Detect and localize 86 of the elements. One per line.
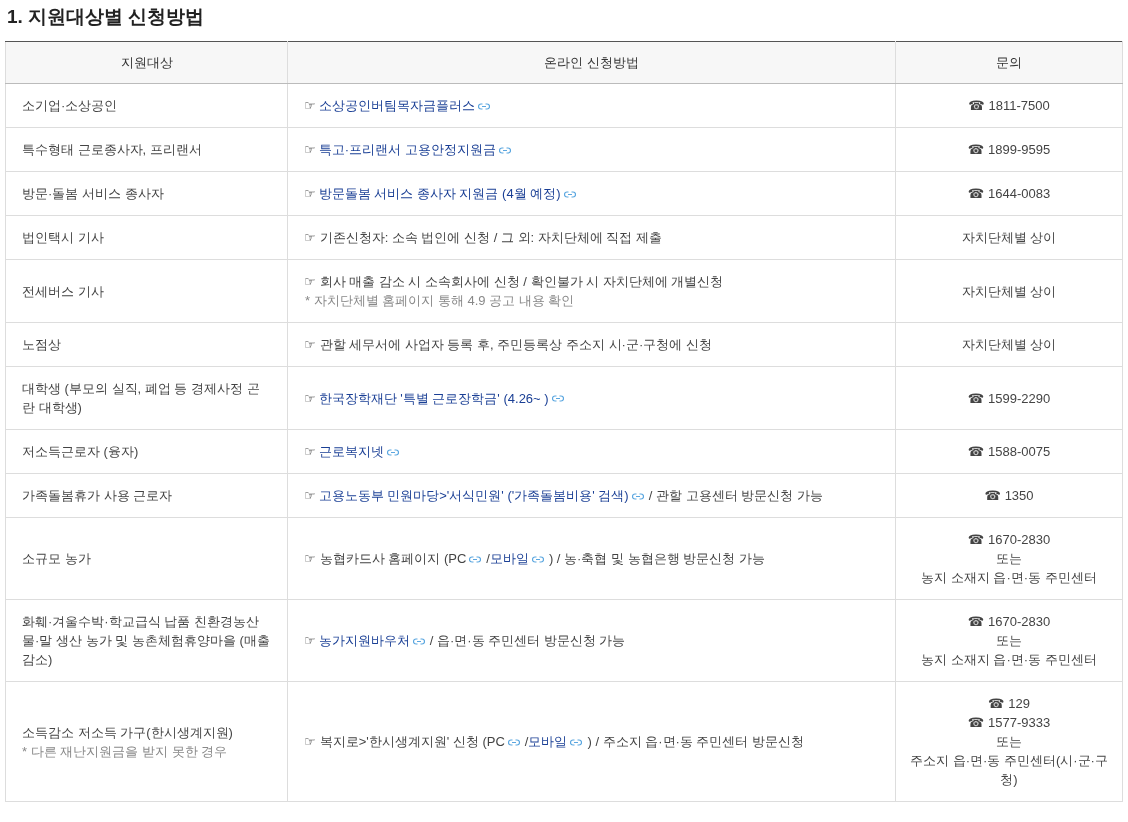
table-cell-text: 전세버스 기사 xyxy=(22,282,105,301)
phone-number: 1350 xyxy=(1004,488,1034,503)
link-icon[interactable] xyxy=(570,738,583,746)
table-cell-text: 소기업·소상공인 xyxy=(22,97,119,115)
method-text: ☞ 관할 세무서에 사업자 등록 후, 주민등록상 주소지 시·군·구청에 신청 xyxy=(304,336,713,354)
table-cell-text: 가족돌봄휴가 사용 근로자 xyxy=(22,487,174,505)
link[interactable]: 모바일 xyxy=(489,551,529,566)
method-text: ☞ 회사 매출 감소 시 소속회사에 신청 / 확인불가 시 자치단체에 개별신청 xyxy=(304,273,725,291)
table-cell-text: 화훼·겨울수박·학교급식 납품 친환경농산물·말 생산 농가 및 농촌체험휴양마을 (매출감소) xyxy=(22,613,271,669)
method-text: ☞ 농가지원바우처 / 읍·면·동 주민센터 방문신청 가능 xyxy=(304,632,627,650)
phone-icon: ☎ xyxy=(967,142,984,157)
method-text: ☞ 복지로>'한시생계지원' 신청 (PC /모바일 ) / 주소지 읍·면·동 주민센터 방문신청 xyxy=(304,733,806,751)
table-cell-text: 저소득근로자 (융자) xyxy=(22,443,140,461)
hand-pointer-icon: ☞ xyxy=(304,444,316,459)
phone-number: 1588-0075 xyxy=(988,444,1051,459)
phone-icon: ☎ xyxy=(967,614,984,629)
link-icon[interactable] xyxy=(531,555,544,563)
link-icon[interactable] xyxy=(498,146,511,154)
hand-pointer-icon: ☞ xyxy=(304,488,316,503)
phone-icon: ☎ xyxy=(988,696,1005,711)
column-header: 문의 xyxy=(895,41,1123,84)
hand-pointer-icon: ☞ xyxy=(304,142,316,157)
method-text: ☞ 농협카드사 홈페이지 (PC /모바일 ) / 농·축협 및 농협은행 방문신청 가능 xyxy=(304,550,766,568)
table-cell-text: 노점상 xyxy=(22,336,62,354)
table-cell-text: 대학생 (부모의 실직, 폐업 등 경제사정 곤란 대학생) xyxy=(22,380,261,417)
phone-number: 1811-7500 xyxy=(988,98,1050,113)
hand-pointer-icon: ☞ xyxy=(304,186,316,201)
table-cell-text: 자치단체별 상이 xyxy=(960,229,1058,247)
link-icon[interactable] xyxy=(477,102,490,110)
hand-pointer-icon: ☞ xyxy=(304,390,316,406)
link[interactable]: 근로복지넷 xyxy=(318,444,384,459)
table-cell-text: 주소지 읍·면·동 주민센터(시·군·구청) xyxy=(909,752,1109,789)
link-icon[interactable] xyxy=(551,395,564,403)
link[interactable]: 농가지원바우처 xyxy=(318,633,410,648)
method-text: * 자치단체별 홈페이지 통해 4.9 공고 내용 확인 xyxy=(304,292,576,310)
hand-pointer-icon: ☞ xyxy=(304,274,316,289)
hand-pointer-icon: ☞ xyxy=(304,230,316,245)
hand-pointer-icon: ☞ xyxy=(304,633,316,648)
note-text: * 다른 재난지원금을 받지 못한 경우 xyxy=(22,742,229,761)
table-cell-text: 또는 xyxy=(995,733,1023,751)
link[interactable]: 방문돌봄 서비스 종사자 지원금 (4월 예정) xyxy=(318,186,561,201)
phone-icon: ☎ xyxy=(967,186,984,201)
hand-pointer-icon: ☞ xyxy=(304,734,316,749)
phone-icon: ☎ xyxy=(967,444,984,459)
phone-number: 1670-2830 xyxy=(988,614,1051,629)
table-cell-text: 자치단체별 상이 xyxy=(960,282,1058,301)
method-text: ☞ 고용노동부 민원마당>'서식민원' ('가족돌봄비용' 검색) / 관할 고용센터 방문신청 가능 xyxy=(304,487,824,505)
link-icon[interactable] xyxy=(386,448,399,456)
phone-icon: ☎ xyxy=(967,715,984,730)
method-text: ☞ 기존신청자: 소속 법인에 신청 / 그 외: 자치단체에 직접 제출 xyxy=(304,229,663,247)
table-cell-text: 소규모 농가 xyxy=(22,550,92,568)
phone-number: 129 xyxy=(1008,696,1030,711)
hand-pointer-icon: ☞ xyxy=(304,98,316,113)
table-cell-text: 또는 xyxy=(995,550,1023,568)
link-icon[interactable] xyxy=(631,492,644,500)
column-header: 지원대상 xyxy=(5,41,288,84)
phone-icon: ☎ xyxy=(984,488,1001,503)
phone-number: 1644-0083 xyxy=(988,186,1051,201)
table-cell-text: 또는 xyxy=(995,632,1023,650)
link[interactable]: 특고·프리랜서 고용안정지원금 xyxy=(318,142,496,157)
table-cell-text: 법인택시 기사 xyxy=(22,229,105,247)
hand-pointer-icon: ☞ xyxy=(304,337,316,352)
phone-number: 1899-9595 xyxy=(988,142,1051,157)
section-title: 1. 지원대상별 신청방법 xyxy=(7,6,206,28)
phone-icon: ☎ xyxy=(968,98,985,113)
link-icon[interactable] xyxy=(563,190,576,198)
table-cell-text: 농지 소재지 읍·면·동 주민센터 xyxy=(920,569,1098,587)
link-icon[interactable] xyxy=(507,738,520,746)
table-cell-text: 특수형태 근로종사자, 프리랜서 xyxy=(22,141,203,159)
table-cell-text: 소득감소 저소득 가구(한시생계지원) xyxy=(22,723,234,742)
phone-number: 1577-9333 xyxy=(988,715,1051,730)
column-header: 온라인 신청방법 xyxy=(287,41,896,84)
link-icon[interactable] xyxy=(469,555,482,563)
link[interactable]: 한국장학재단 '특별 근로장학금' (4.26~ ) xyxy=(318,390,549,406)
link[interactable]: 고용노동부 민원마당>'서식민원' ('가족돌봄비용' 검색) xyxy=(318,488,629,503)
table-cell-text: 농지 소재지 읍·면·동 주민센터 xyxy=(920,651,1098,669)
link-icon[interactable] xyxy=(412,637,425,645)
phone-icon: ☎ xyxy=(967,390,984,406)
link[interactable]: 소상공인버팀목자금플러스 xyxy=(318,98,475,113)
table-cell-text: 방문·돌봄 서비스 종사자 xyxy=(22,185,165,203)
phone-icon: ☎ xyxy=(967,532,984,547)
hand-pointer-icon: ☞ xyxy=(304,551,316,566)
phone-number: 1599-2290 xyxy=(988,390,1051,406)
table-cell-text: 자치단체별 상이 xyxy=(960,336,1058,354)
link[interactable]: 모바일 xyxy=(528,734,568,749)
phone-number: 1670-2830 xyxy=(988,532,1051,547)
